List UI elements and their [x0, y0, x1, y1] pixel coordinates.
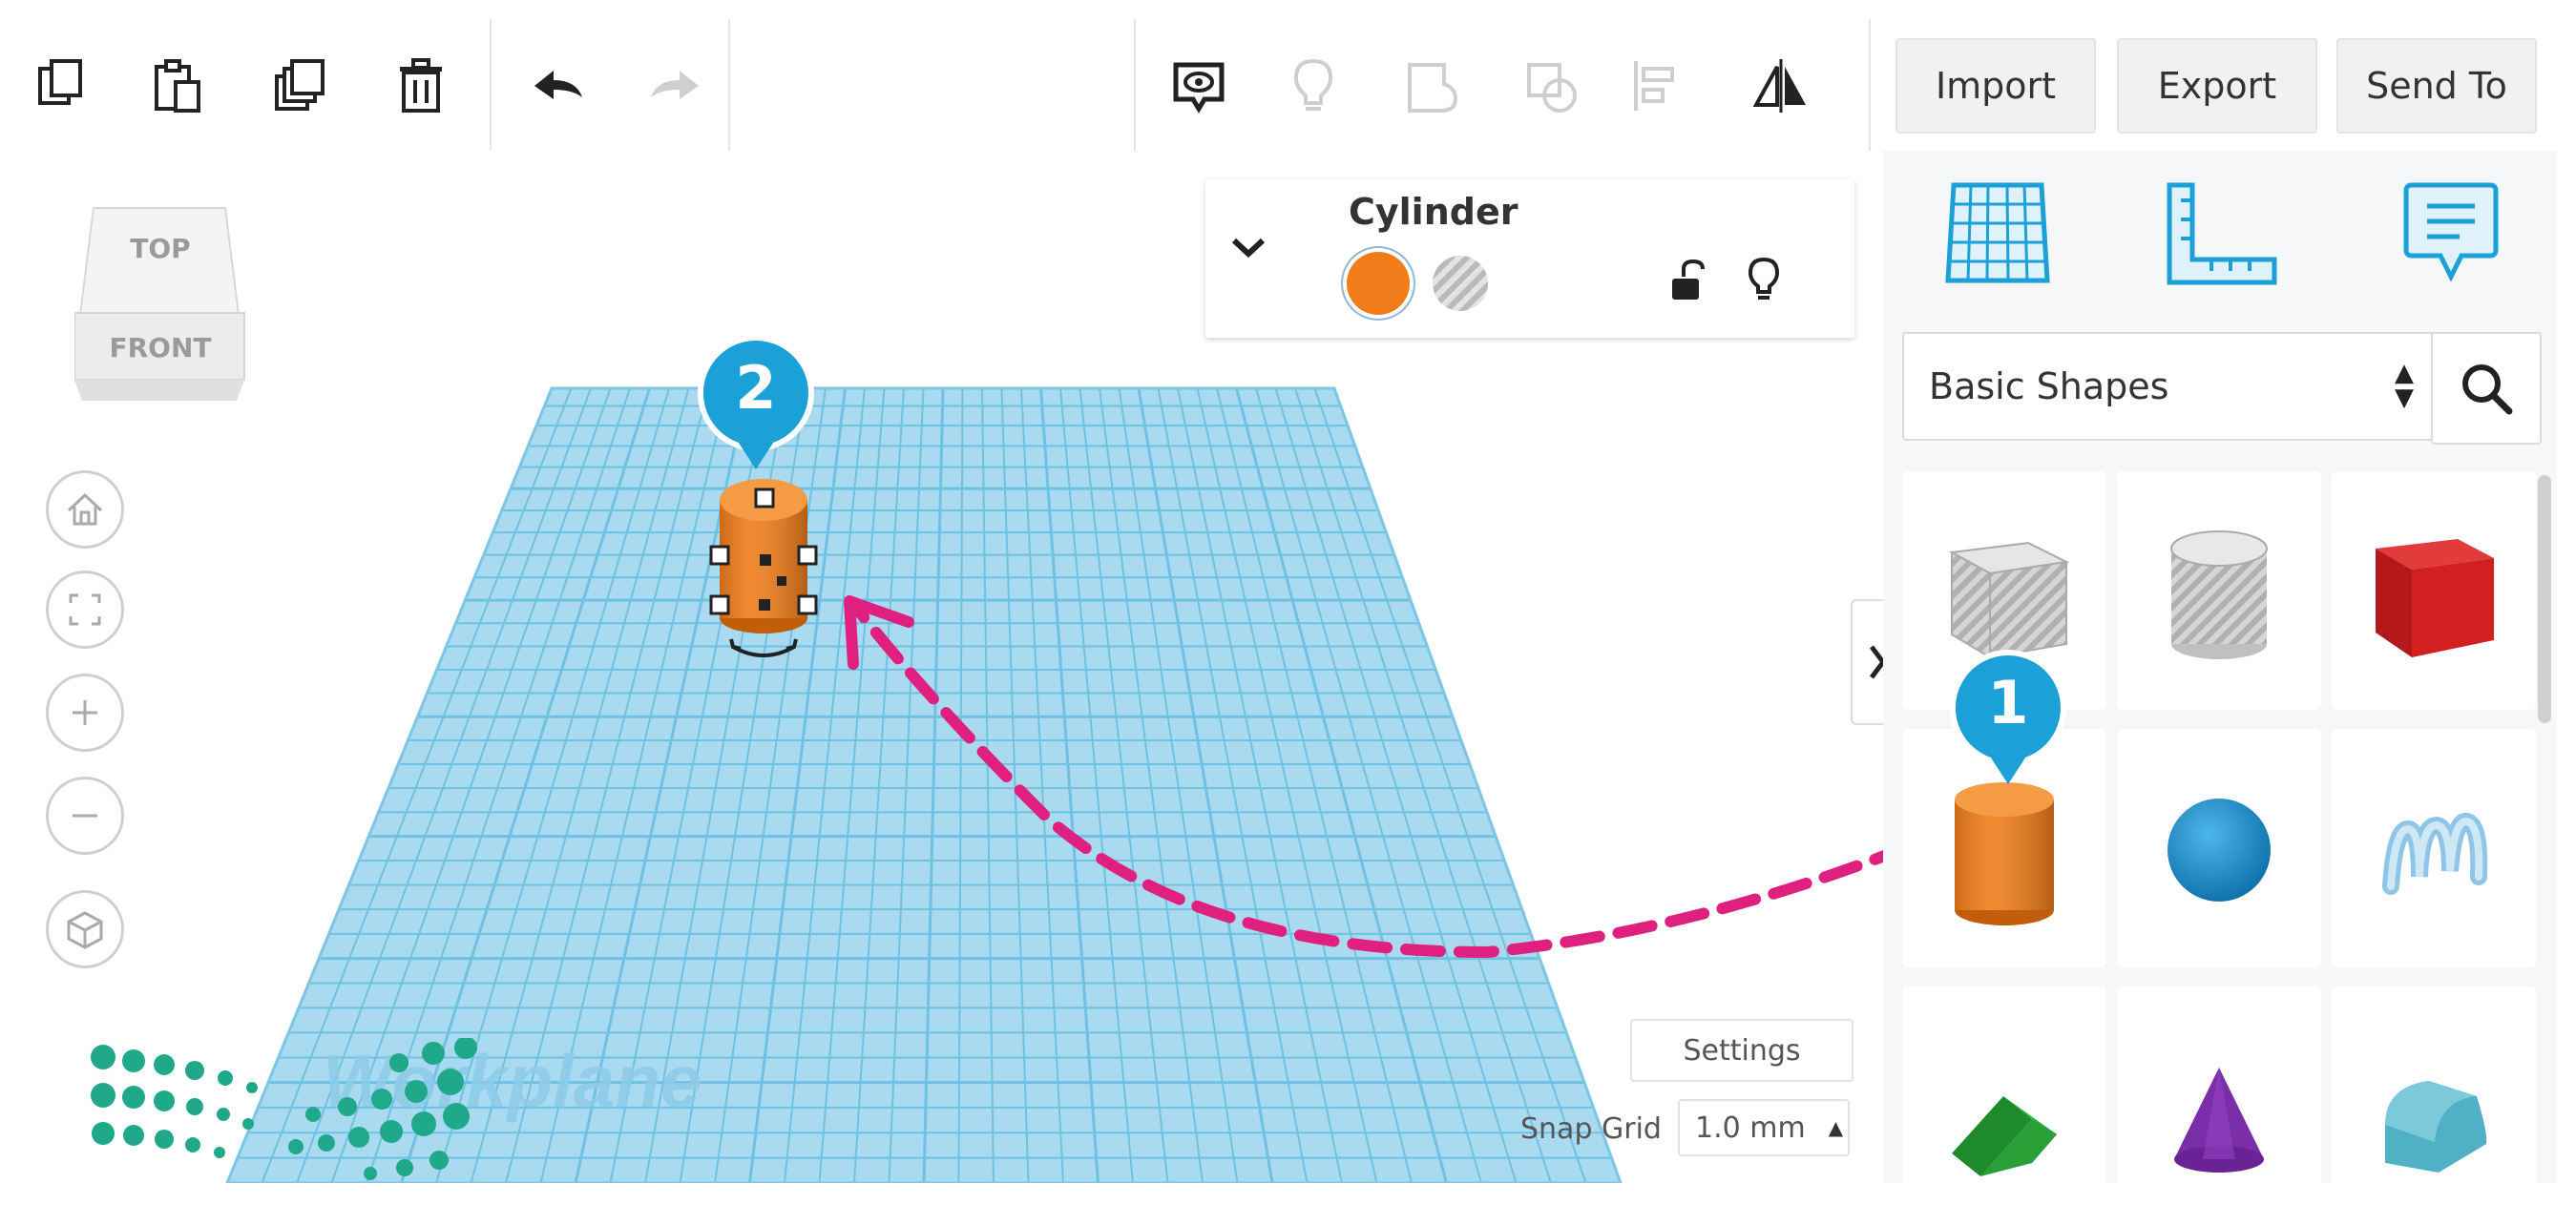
send-to-button[interactable]: Send To [2336, 38, 2537, 134]
duplicate-icon[interactable] [265, 50, 338, 122]
mirror-icon[interactable] [1745, 50, 1817, 122]
shapes-panel: Basic Shapes ▲ ▼ 1 [1883, 151, 2556, 1225]
app-window: Import Export Send To Workplane TOP FRON… [0, 0, 2576, 1225]
grid-icon[interactable] [1940, 177, 2055, 296]
step-2-number: 2 [735, 353, 777, 423]
paste-icon[interactable] [141, 50, 214, 122]
snap-grid-label: Snap Grid [1520, 1112, 1662, 1146]
updown-icon: ▲ ▼ [2395, 359, 2414, 412]
panel-scrollbar[interactable] [2538, 475, 2551, 723]
shape-category-select[interactable]: Basic Shapes ▲ ▼ [1902, 332, 2437, 441]
undo-icon[interactable] [523, 50, 596, 122]
shape-category-value: Basic Shapes [1929, 365, 2169, 407]
snap-grid-value: 1.0 mm [1695, 1111, 1806, 1145]
workplane-settings-button[interactable]: Settings [1630, 1019, 1853, 1082]
caret-up-icon: ▲ [1828, 1116, 1844, 1139]
step-2-callout: 2 [691, 334, 821, 475]
toolbar: Import Export Send To [17, 19, 2556, 153]
shape-scribble[interactable] [2332, 729, 2536, 967]
notes-visibility-icon[interactable] [1162, 50, 1235, 122]
export-button[interactable]: Export [2117, 38, 2317, 134]
delete-icon[interactable] [385, 50, 457, 122]
shape-sphere[interactable] [2117, 729, 2321, 967]
shape-box[interactable] [2332, 471, 2536, 710]
ungroup-icon[interactable] [1516, 50, 1588, 122]
step-1-number: 1 [1987, 668, 2029, 737]
3d-viewport[interactable]: Workplane TOP FRONT Cylinder 2 Settings … [17, 151, 1883, 1183]
ruler-icon[interactable] [2160, 177, 2284, 296]
drag-arrow [844, 595, 1883, 959]
light-bulb-icon[interactable] [1277, 50, 1350, 122]
search-icon [2462, 364, 2513, 415]
shape-round-roof[interactable] [2332, 986, 2536, 1225]
align-icon[interactable] [1621, 50, 1693, 122]
snap-grid-select[interactable]: 1.0 mm ▲ [1678, 1099, 1850, 1156]
step-1-callout: 1 [1943, 649, 2073, 790]
search-button[interactable] [2431, 332, 2542, 445]
import-button[interactable]: Import [1895, 38, 2096, 134]
copy-icon[interactable] [27, 50, 99, 122]
shape-roof[interactable] [1902, 986, 2106, 1225]
collapse-panel-tab[interactable] [1851, 599, 1883, 725]
chevron-right-icon [1870, 645, 1883, 679]
notes-icon[interactable] [2398, 177, 2503, 296]
shape-cone[interactable] [2117, 986, 2321, 1225]
watermark-logo [91, 1038, 477, 1180]
redo-icon[interactable] [638, 50, 710, 122]
group-icon[interactable] [1396, 50, 1469, 122]
shape-cylinder-hole[interactable] [2117, 471, 2321, 710]
